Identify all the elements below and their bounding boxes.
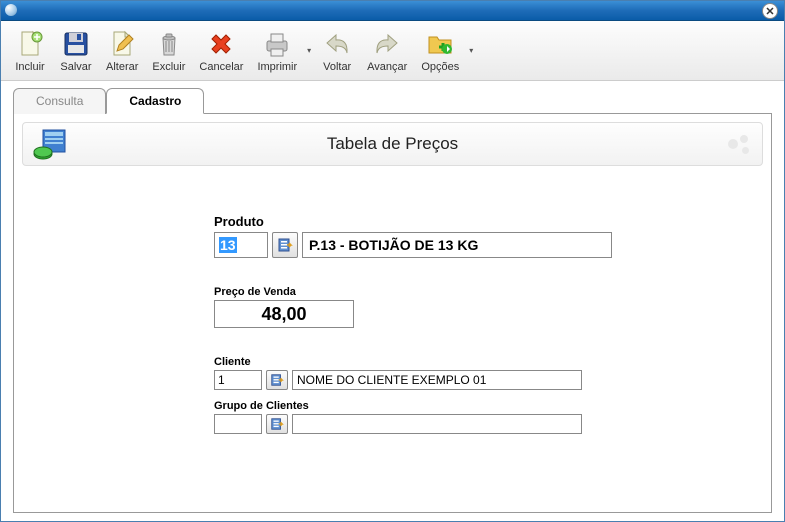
- lookup-icon: [270, 373, 284, 387]
- tab-content: Tabela de Preços Produto 13: [13, 113, 772, 513]
- grupo-desc-input[interactable]: [292, 414, 582, 434]
- trash-icon: [153, 29, 185, 59]
- opcoes-dropdown[interactable]: ▾: [466, 24, 476, 78]
- close-button[interactable]: ✕: [762, 3, 778, 19]
- tool-label: Alterar: [106, 61, 138, 73]
- panel-header: Tabela de Preços: [22, 122, 763, 166]
- grupo-label: Grupo de Clientes: [214, 400, 771, 412]
- new-document-icon: [14, 29, 46, 59]
- back-arrow-icon: [321, 29, 353, 59]
- incluir-button[interactable]: Incluir: [7, 24, 53, 78]
- close-icon: ✕: [765, 5, 774, 18]
- cliente-desc-input[interactable]: [292, 370, 582, 390]
- alterar-button[interactable]: Alterar: [99, 24, 145, 78]
- save-icon: [60, 29, 92, 59]
- cliente-group: Cliente: [214, 356, 771, 390]
- tool-label: Opções: [421, 61, 459, 73]
- lookup-icon: [277, 237, 293, 253]
- cancel-icon: [205, 29, 237, 59]
- tab-cadastro[interactable]: Cadastro: [106, 88, 204, 114]
- panel-header-icon: [33, 128, 71, 160]
- app-window: ✕ Incluir: [0, 0, 785, 522]
- tool-label: Voltar: [323, 61, 351, 73]
- cliente-code-input[interactable]: [214, 370, 262, 390]
- cliente-lookup-button[interactable]: [266, 370, 288, 390]
- avancar-button[interactable]: Avançar: [360, 24, 414, 78]
- salvar-button[interactable]: Salvar: [53, 24, 99, 78]
- toolbar: Incluir Salvar Alterar: [1, 21, 784, 81]
- tool-label: Incluir: [15, 61, 44, 73]
- tool-label: Cancelar: [199, 61, 243, 73]
- options-folder-icon: [424, 29, 456, 59]
- grupo-group: Grupo de Clientes: [214, 400, 771, 434]
- tab-strip: Consulta Cadastro: [1, 81, 784, 113]
- preco-input[interactable]: [214, 300, 354, 328]
- imprimir-button[interactable]: Imprimir: [250, 24, 304, 78]
- form-area: Produto 13 Preç: [14, 174, 771, 434]
- cliente-label: Cliente: [214, 356, 771, 368]
- forward-arrow-icon: [371, 29, 403, 59]
- print-icon: [261, 29, 293, 59]
- edit-icon: [106, 29, 138, 59]
- produto-desc-input[interactable]: [302, 232, 612, 258]
- opcoes-button[interactable]: Opções: [414, 24, 466, 78]
- panel-title: Tabela de Preços: [83, 134, 752, 154]
- grupo-lookup-button[interactable]: [266, 414, 288, 434]
- produto-code-input[interactable]: 13: [214, 232, 268, 258]
- title-bar-orb: [5, 4, 17, 16]
- imprimir-dropdown[interactable]: ▾: [304, 24, 314, 78]
- title-bar: ✕: [1, 1, 784, 21]
- voltar-button[interactable]: Voltar: [314, 24, 360, 78]
- produto-group: Produto 13: [214, 214, 771, 258]
- cancelar-button[interactable]: Cancelar: [192, 24, 250, 78]
- panel-decoration-icon: [726, 133, 752, 155]
- preco-label: Preço de Venda: [214, 286, 771, 298]
- tool-label: Imprimir: [257, 61, 297, 73]
- grupo-code-input[interactable]: [214, 414, 262, 434]
- tool-label: Excluir: [152, 61, 185, 73]
- excluir-button[interactable]: Excluir: [145, 24, 192, 78]
- tool-label: Avançar: [367, 61, 407, 73]
- tool-label: Salvar: [60, 61, 91, 73]
- lookup-icon: [270, 417, 284, 431]
- tab-consulta[interactable]: Consulta: [13, 88, 106, 114]
- preco-group: Preço de Venda: [214, 286, 771, 328]
- produto-label: Produto: [214, 214, 771, 229]
- produto-lookup-button[interactable]: [272, 232, 298, 258]
